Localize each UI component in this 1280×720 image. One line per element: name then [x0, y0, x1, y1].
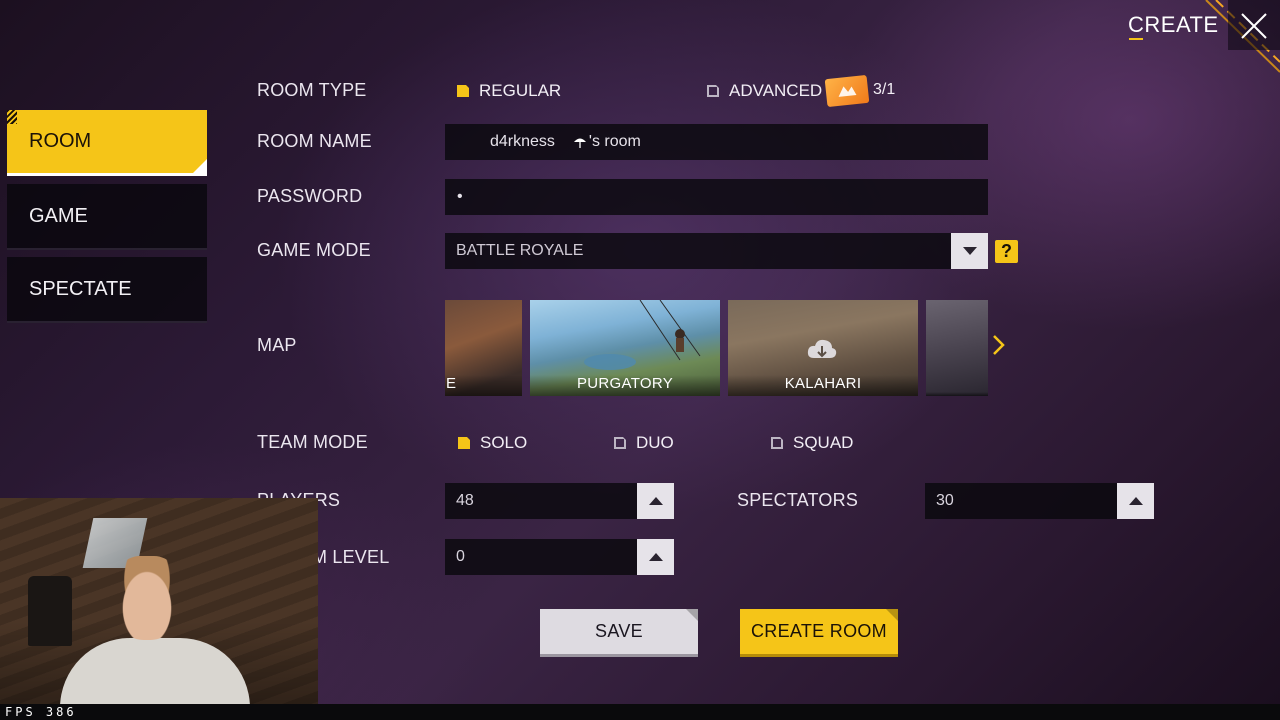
chevron-right-icon[interactable]: [992, 334, 1006, 356]
save-button[interactable]: SAVE: [540, 609, 698, 657]
game-mode-select[interactable]: BATTLE ROYALE: [445, 233, 951, 269]
caret-up-icon: [1128, 497, 1143, 505]
room-name-label: ROOM NAME: [257, 131, 372, 151]
map-tile-name: E: [445, 375, 522, 396]
game-mode-label: GAME MODE: [257, 240, 371, 260]
webcam-overlay: [0, 498, 318, 704]
room-card-count: 3/1: [873, 81, 896, 98]
tab-room[interactable]: ROOM: [7, 110, 207, 176]
option-label: ADVANCED: [729, 81, 823, 100]
ticket-glyph-icon: [838, 86, 857, 97]
minimum-level-input[interactable]: 0: [445, 539, 637, 575]
caret-up-icon: [648, 553, 663, 561]
fps-counter: FPS 386: [5, 705, 77, 719]
tab-spectate-label: SPECTATE: [29, 277, 132, 300]
map-tile-purgatory[interactable]: PURGATORY: [530, 300, 720, 396]
players-input[interactable]: 48: [445, 483, 637, 519]
minimum-level-value: 0: [456, 548, 465, 565]
map-carousel: E PURGATORY KALAHARI: [445, 300, 988, 396]
game-mode-dropdown-button[interactable]: [951, 233, 988, 269]
tab-game[interactable]: GAME: [7, 184, 207, 250]
close-icon: [1241, 13, 1267, 39]
room-type-label: ROOM TYPE: [257, 80, 367, 100]
tab-game-label: GAME: [29, 204, 88, 227]
password-label: PASSWORD: [257, 186, 363, 206]
fps-bar: [0, 704, 1280, 720]
option-label: SOLO: [480, 433, 528, 452]
game-mode-value: BATTLE ROYALE: [456, 242, 584, 259]
minimum-level-increase-button[interactable]: [637, 539, 674, 575]
chevron-down-icon: [962, 247, 977, 255]
radio-selected-icon: [458, 437, 470, 449]
map-tile-name: [926, 392, 988, 396]
spectators-input[interactable]: 30: [925, 483, 1117, 519]
radio-selected-icon: [457, 85, 469, 97]
option-label: DUO: [636, 433, 674, 452]
spectators-increase-button[interactable]: [1117, 483, 1154, 519]
page-title: CREATE: [1128, 12, 1219, 37]
spectators-value: 30: [936, 492, 954, 509]
players-increase-button[interactable]: [637, 483, 674, 519]
option-label: SQUAD: [793, 433, 854, 452]
caret-up-icon: [648, 497, 663, 505]
room-card-icon: [824, 74, 870, 108]
option-label: REGULAR: [479, 81, 562, 100]
webcam-person-head: [112, 556, 182, 640]
password-field[interactable]: •: [445, 179, 988, 215]
purgatory-artwork: [584, 300, 701, 370]
close-button[interactable]: [1228, 0, 1280, 50]
map-tile-kalahari[interactable]: KALAHARI: [728, 300, 918, 396]
radio-unselected-icon: [771, 437, 783, 449]
webcam-person: [60, 638, 250, 704]
radio-unselected-icon: [614, 437, 626, 449]
team-mode-squad-option[interactable]: SQUAD: [771, 433, 853, 453]
team-mode-label: TEAM MODE: [257, 432, 368, 452]
room-name-field[interactable]: d4rkness 's room: [445, 124, 988, 160]
map-tile[interactable]: [926, 300, 988, 396]
spectators-label: SPECTATORS: [737, 490, 859, 510]
room-type-regular-option[interactable]: REGULAR: [457, 81, 561, 101]
webcam-hanging-shirt: [28, 576, 72, 646]
tab-room-label: ROOM: [29, 130, 92, 152]
password-value: •: [457, 188, 463, 205]
team-mode-solo-option[interactable]: SOLO: [458, 433, 527, 453]
minimum-level-label: M LEVEL: [312, 547, 390, 567]
players-value: 48: [456, 492, 474, 509]
room-name-suffix: 's room: [588, 133, 641, 150]
create-room-button[interactable]: CREATE ROOM: [740, 609, 898, 657]
cloud-download-icon: [807, 339, 837, 358]
team-mode-duo-option[interactable]: DUO: [614, 433, 674, 453]
title-underline: [1129, 38, 1143, 40]
room-owner-name: d4rkness: [490, 133, 555, 150]
map-label: MAP: [257, 335, 297, 355]
game-mode-help-button[interactable]: ?: [995, 240, 1018, 263]
radio-unselected-icon: [707, 85, 719, 97]
tab-spectate[interactable]: SPECTATE: [7, 257, 207, 323]
umbrella-icon: [573, 138, 586, 148]
room-type-advanced-option[interactable]: ADVANCED: [707, 81, 822, 101]
map-tile[interactable]: E: [445, 300, 522, 396]
map-tile-name: KALAHARI: [728, 375, 918, 396]
